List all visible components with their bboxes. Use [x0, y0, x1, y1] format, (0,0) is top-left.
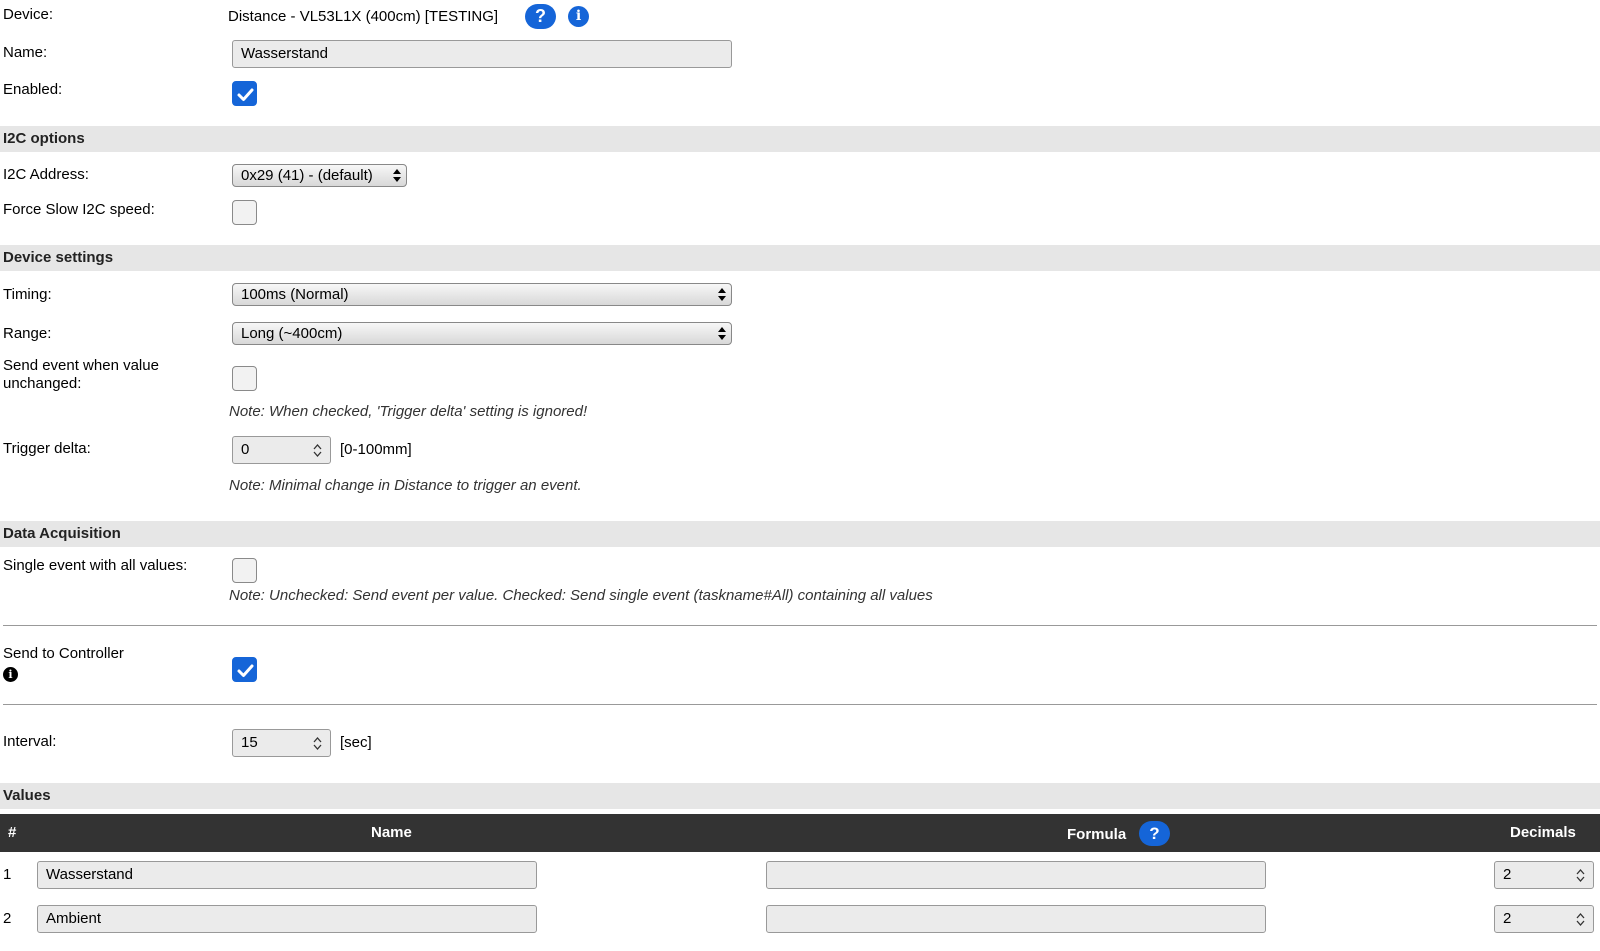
- force-slow-label: Force Slow I2C speed:: [3, 201, 155, 218]
- send-unchanged-note: Note: When checked, 'Trigger delta' sett…: [229, 403, 588, 420]
- i2c-address-label: I2C Address:: [3, 166, 89, 183]
- range-label: Range:: [3, 325, 52, 342]
- device-value: Distance - VL53L1X (400cm) [TESTING]: [228, 8, 499, 25]
- value-decimals-input[interactable]: 2: [1494, 861, 1594, 889]
- trigger-delta-note: Note: Minimal change in Distance to trig…: [229, 477, 582, 494]
- name-input[interactable]: Wasserstand: [232, 40, 732, 68]
- send-unchanged-label-line2: unchanged:: [3, 375, 82, 392]
- section-values: Values: [0, 783, 1600, 809]
- row-number: 1: [3, 866, 12, 883]
- section-data-acquisition: Data Acquisition: [0, 521, 1600, 547]
- divider: [3, 704, 1597, 705]
- value-name-input[interactable]: Ambient: [37, 905, 537, 933]
- value-formula-input[interactable]: [766, 905, 1266, 933]
- section-device-settings: Device settings: [0, 245, 1600, 271]
- i2c-address-select[interactable]: 0x29 (41) - (default): [232, 164, 407, 187]
- send-controller-checkbox[interactable]: [232, 657, 257, 682]
- timing-value: 100ms (Normal): [241, 286, 349, 303]
- enabled-checkbox[interactable]: [232, 81, 257, 106]
- divider: [3, 625, 1597, 626]
- device-label: Device:: [3, 6, 54, 23]
- row-number: 2: [3, 910, 12, 927]
- trigger-delta-value: 0: [241, 441, 250, 458]
- send-controller-label: Send to Controller: [3, 645, 124, 662]
- info-icon[interactable]: i: [568, 6, 589, 27]
- value-formula-input[interactable]: [766, 861, 1266, 889]
- header-formula: Formula: [1067, 826, 1127, 843]
- spinner-icon[interactable]: [313, 443, 322, 458]
- decimals-value: 2: [1503, 910, 1512, 927]
- range-value: Long (~400cm): [241, 325, 343, 342]
- checkmark-icon: [237, 664, 254, 677]
- decimals-value: 2: [1503, 866, 1512, 883]
- trigger-delta-label: Trigger delta:: [3, 440, 91, 457]
- force-slow-checkbox[interactable]: [232, 200, 257, 225]
- single-event-note: Note: Unchecked: Send event per value. C…: [229, 587, 933, 604]
- timing-label: Timing:: [3, 286, 52, 303]
- header-decimals: Decimals: [1510, 824, 1576, 841]
- checkmark-icon: [237, 88, 254, 101]
- i2c-address-value: 0x29 (41) - (default): [241, 167, 373, 184]
- timing-select[interactable]: 100ms (Normal): [232, 283, 732, 306]
- value-name-input[interactable]: Wasserstand: [37, 861, 537, 889]
- info-icon[interactable]: i: [3, 667, 18, 682]
- send-unchanged-label-line1: Send event when value: [3, 357, 159, 374]
- enabled-label: Enabled:: [3, 81, 63, 98]
- interval-input[interactable]: 15: [232, 729, 331, 757]
- single-event-checkbox[interactable]: [232, 558, 257, 583]
- interval-label: Interval:: [3, 733, 57, 750]
- spinner-icon[interactable]: [1576, 868, 1585, 883]
- interval-unit: [sec]: [340, 734, 372, 751]
- header-name: Name: [371, 824, 412, 841]
- spinner-icon[interactable]: [313, 736, 322, 751]
- trigger-delta-input[interactable]: 0: [232, 436, 331, 464]
- single-event-label: Single event with all values:: [3, 557, 188, 574]
- spinner-icon[interactable]: [1576, 912, 1585, 927]
- values-table-header: # Name Formula ? Decimals: [0, 814, 1600, 852]
- select-arrows-icon: [718, 288, 726, 301]
- range-select[interactable]: Long (~400cm): [232, 322, 732, 345]
- question-icon[interactable]: ?: [1139, 821, 1170, 846]
- value-decimals-input[interactable]: 2: [1494, 905, 1594, 933]
- question-icon[interactable]: ?: [525, 4, 556, 29]
- interval-value: 15: [241, 734, 258, 751]
- select-arrows-icon: [718, 327, 726, 340]
- header-num: #: [8, 824, 17, 841]
- trigger-delta-unit: [0-100mm]: [340, 441, 412, 458]
- select-arrows-icon: [393, 169, 401, 182]
- send-unchanged-checkbox[interactable]: [232, 366, 257, 391]
- section-i2c-options: I2C options: [0, 126, 1600, 152]
- name-label: Name:: [3, 44, 48, 61]
